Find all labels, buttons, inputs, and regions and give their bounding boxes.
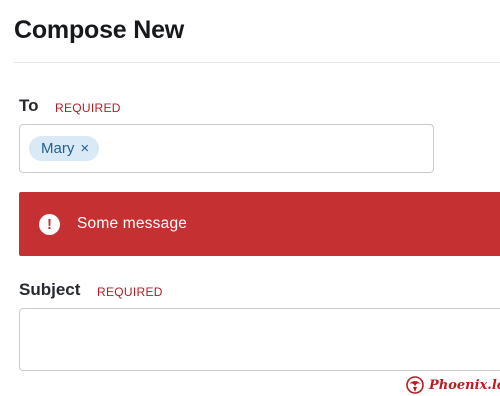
page-title: Compose New bbox=[14, 16, 185, 44]
header-divider bbox=[14, 62, 500, 63]
watermark: Phoenix.lol bbox=[406, 376, 500, 394]
remove-recipient-icon[interactable]: × bbox=[80, 141, 89, 156]
exclamation-icon: ! bbox=[39, 213, 60, 235]
subject-input[interactable] bbox=[19, 308, 500, 371]
to-required-badge: REQUIRED bbox=[55, 101, 121, 115]
recipient-chip-label: Mary bbox=[41, 140, 75, 157]
watermark-text: Phoenix.lol bbox=[429, 377, 500, 393]
to-recipient-input[interactable]: Mary × bbox=[19, 124, 434, 173]
alert-message: Some message bbox=[77, 215, 188, 232]
subject-required-badge: REQUIRED bbox=[97, 285, 163, 299]
to-label: To bbox=[19, 96, 39, 115]
error-alert: ! Some message bbox=[19, 192, 500, 256]
phoenix-logo-icon bbox=[406, 376, 424, 394]
subject-label: Subject bbox=[19, 280, 81, 299]
recipient-chip[interactable]: Mary × bbox=[29, 136, 100, 161]
